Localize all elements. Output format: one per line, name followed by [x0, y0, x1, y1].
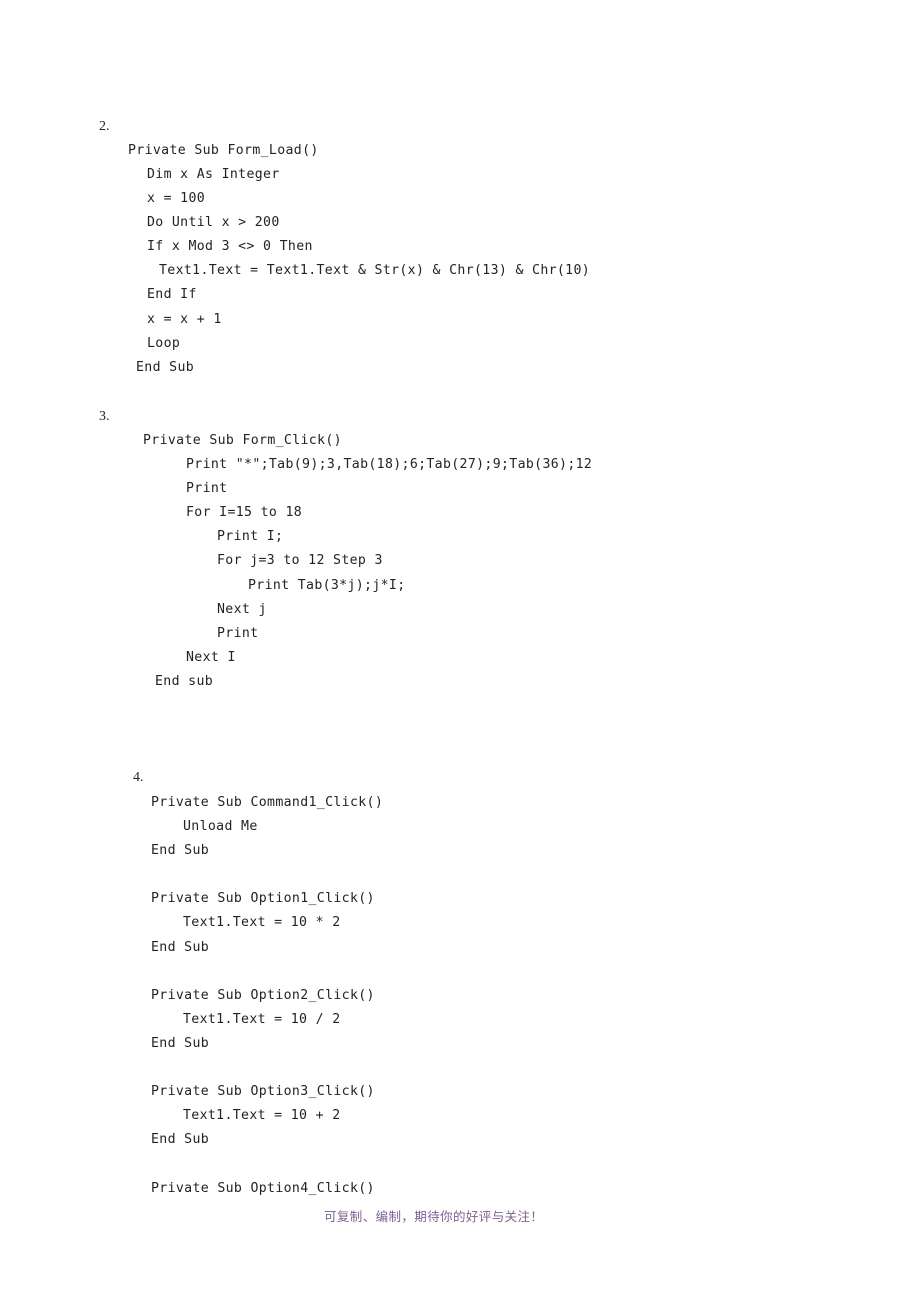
code-line: End Sub — [151, 940, 210, 955]
code-line: End Sub — [151, 1036, 210, 1051]
code-line: End Sub — [136, 360, 195, 375]
code-line: Next I — [186, 650, 236, 665]
code-line: Text1.Text = 10 + 2 — [183, 1108, 341, 1123]
code-line: End Sub — [151, 1132, 210, 1147]
code-line: Next j — [217, 602, 267, 617]
code-line: For j=3 to 12 Step 3 — [217, 553, 383, 568]
code-line: x = 100 — [147, 191, 206, 206]
code-line: If x Mod 3 <> 0 Then — [147, 239, 313, 254]
code-line: Private Sub Option1_Click() — [151, 891, 375, 906]
code-line: Print — [217, 626, 259, 641]
code-line: Print "*";Tab(9);3,Tab(18);6;Tab(27);9;T… — [186, 457, 593, 472]
code-line: Print — [186, 481, 228, 496]
code-line: Text1.Text = 10 / 2 — [183, 1012, 341, 1027]
code-line: End Sub — [151, 843, 210, 858]
code-line: Private Sub Form_Click() — [143, 433, 342, 448]
code-line: Private Sub Form_Load() — [128, 143, 319, 158]
code-line: Unload Me — [183, 819, 258, 834]
section-number: 4. — [133, 770, 144, 785]
code-line: Print Tab(3*j);j*I; — [248, 578, 406, 593]
code-line: Text1.Text = 10 * 2 — [183, 915, 341, 930]
code-line: End If — [147, 287, 197, 302]
code-line: Print I; — [217, 529, 284, 544]
section-number: 3. — [99, 409, 110, 424]
code-line: Dim x As Integer — [147, 167, 280, 182]
footer-note: 可复制、编制，期待你的好评与关注！ — [324, 1209, 544, 1224]
document-page: 2. Private Sub Form_Load() Dim x As Intege… — [0, 0, 920, 1302]
code-line: Private Sub Option3_Click() — [151, 1084, 375, 1099]
code-line: For I=15 to 18 — [186, 505, 303, 520]
code-line: Private Sub Option2_Click() — [151, 988, 375, 1003]
code-line: Loop — [147, 336, 181, 351]
code-line: Text1.Text = Text1.Text & Str(x) & Chr(1… — [159, 263, 591, 278]
code-line: Private Sub Option4_Click() — [151, 1181, 375, 1196]
section-number: 2. — [99, 119, 110, 134]
code-line: Private Sub Command1_Click() — [151, 795, 384, 810]
code-line: x = x + 1 — [147, 312, 222, 327]
code-line: End sub — [155, 674, 214, 689]
code-line: Do Until x > 200 — [147, 215, 280, 230]
